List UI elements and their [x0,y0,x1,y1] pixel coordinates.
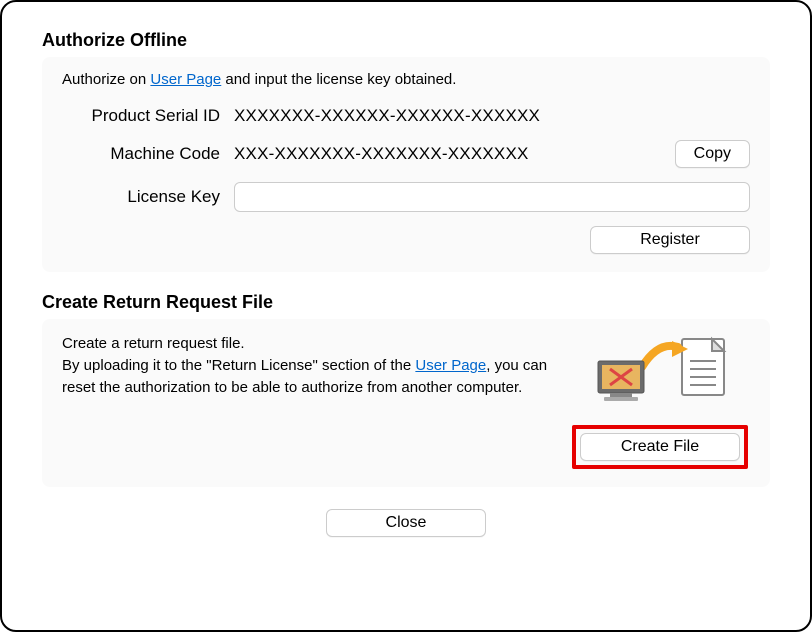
user-page-link[interactable]: User Page [150,71,221,88]
return-title: Create Return Request File [42,292,770,313]
machine-label: Machine Code [62,144,234,164]
return-line2-before: By uploading it to the "Return License" … [62,357,415,374]
instruction-text-after: and input the license key obtained. [221,71,456,88]
transfer-illustration-icon [590,333,730,411]
copy-button[interactable]: Copy [675,140,750,168]
authorize-instruction: Authorize on User Page and input the lic… [62,71,750,88]
license-key-input[interactable] [234,182,750,212]
return-description: Create a return request file. By uploadi… [62,333,550,398]
license-row: License Key [62,182,750,212]
close-button[interactable]: Close [326,509,486,537]
machine-value: XXX-XXXXXXX-XXXXXXX-XXXXXXX [234,144,659,164]
create-file-highlight: Create File [572,425,748,469]
register-button[interactable]: Register [590,226,750,254]
dialog-window: Authorize Offline Authorize on User Page… [0,0,812,632]
user-page-link-2[interactable]: User Page [415,357,486,374]
authorize-panel: Authorize on User Page and input the lic… [42,57,770,272]
license-label: License Key [62,187,234,207]
serial-label: Product Serial ID [62,106,234,126]
machine-row: Machine Code XXX-XXXXXXX-XXXXXXX-XXXXXXX… [62,140,750,168]
authorize-title: Authorize Offline [42,30,770,51]
serial-row: Product Serial ID XXXXXXX-XXXXXX-XXXXXX-… [62,106,750,126]
footer: Close [42,509,770,537]
serial-value: XXXXXXX-XXXXXX-XXXXXX-XXXXXX [234,106,750,126]
return-line1: Create a return request file. [62,335,245,352]
return-panel: Create a return request file. By uploadi… [42,319,770,487]
instruction-text-before: Authorize on [62,71,150,88]
create-file-button[interactable]: Create File [580,433,740,461]
